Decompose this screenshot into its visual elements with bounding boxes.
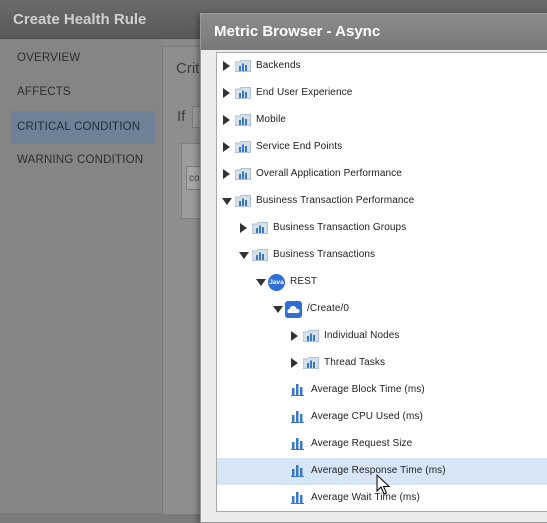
- expand-arrow-right-icon[interactable]: [291, 358, 298, 368]
- tree-node-average-request-size[interactable]: Average Request Size: [217, 431, 547, 458]
- expand-arrow-right-icon[interactable]: [223, 88, 230, 98]
- tree-node-label: Business Transactions: [273, 249, 376, 260]
- expand-arrow-right-icon[interactable]: [240, 223, 247, 233]
- metric-tree[interactable]: Backends End User Experience Mobile Service…: [216, 52, 547, 512]
- java-icon: Java: [268, 274, 285, 291]
- section-heading: Crit: [176, 60, 200, 77]
- folder-chart-icon: [252, 249, 268, 261]
- expand-arrow-right-icon[interactable]: [223, 169, 230, 179]
- tree-node-label: Individual Nodes: [324, 330, 400, 341]
- tree-node-label: Average Wait Time (ms): [311, 492, 420, 503]
- expand-arrow-down-icon[interactable]: [256, 279, 266, 286]
- tree-node-average-cpu-used-ms[interactable]: Average CPU Used (ms): [217, 404, 547, 431]
- tree-node-rest[interactable]: Java REST: [217, 269, 547, 296]
- bar-chart-icon: [291, 492, 304, 504]
- folder-chart-icon: [235, 87, 251, 99]
- expand-arrow-down-icon[interactable]: [239, 252, 249, 259]
- cloud-icon: [285, 301, 302, 318]
- tree-node-end-user-experience[interactable]: End User Experience: [217, 80, 547, 107]
- tree-node-mobile[interactable]: Mobile: [217, 107, 547, 134]
- nav-item-affects[interactable]: AFFECTS: [11, 76, 155, 109]
- tree-node-label: Service End Points: [256, 141, 343, 152]
- bar-chart-icon: [291, 411, 304, 423]
- nav-item-overview[interactable]: OVERVIEW: [11, 42, 155, 75]
- if-label: If: [177, 108, 186, 125]
- tree-node-label: /Create/0: [307, 303, 350, 314]
- dialog-title: Create Health Rule: [13, 11, 147, 28]
- bar-chart-icon: [291, 384, 304, 396]
- tree-node-business-transaction-groups[interactable]: Business Transaction Groups: [217, 215, 547, 242]
- expand-arrow-right-icon[interactable]: [223, 115, 230, 125]
- tree-node-business-transactions[interactable]: Business Transactions: [217, 242, 547, 269]
- tree-node-label: Backends: [256, 60, 301, 71]
- metric-browser-titlebar: Metric Browser - Async: [201, 14, 547, 50]
- expand-arrow-right-icon[interactable]: [291, 331, 298, 341]
- tree-node-service-end-points[interactable]: Service End Points: [217, 134, 547, 161]
- expand-arrow-down-icon[interactable]: [222, 198, 232, 205]
- folder-chart-icon: [252, 222, 268, 234]
- metric-browser-title: Metric Browser - Async: [214, 23, 381, 40]
- metric-browser-dialog: Metric Browser - Async Backends End User …: [200, 13, 547, 523]
- tree-node-label: Business Transaction Groups: [273, 222, 407, 233]
- tree-node-label: Average Request Size: [311, 438, 413, 449]
- bar-chart-icon: [291, 438, 304, 450]
- tree-node-thread-tasks[interactable]: Thread Tasks: [217, 350, 547, 377]
- tree-node-individual-nodes[interactable]: Individual Nodes: [217, 323, 547, 350]
- tree-node-label: Average Block Time (ms): [311, 384, 425, 395]
- tree-node-create-0[interactable]: /Create/0: [217, 296, 547, 323]
- tree-node-backends[interactable]: Backends: [217, 53, 547, 80]
- mouse-cursor-icon: [376, 474, 390, 495]
- tree-node-label: Business Transaction Performance: [256, 195, 415, 206]
- tree-node-label: Mobile: [256, 114, 287, 125]
- nav-item-critical-condition[interactable]: CRITICAL CONDITION: [11, 111, 155, 144]
- tree-node-label: REST: [290, 276, 318, 287]
- expand-arrow-right-icon[interactable]: [223, 142, 230, 152]
- tree-node-label: Overall Application Performance: [256, 168, 402, 179]
- nav-item-warning-condition[interactable]: WARNING CONDITION: [11, 144, 155, 177]
- tree-node-label: End User Experience: [256, 87, 353, 98]
- folder-chart-icon: [235, 60, 251, 72]
- tree-node-business-transaction-performance[interactable]: Business Transaction Performance: [217, 188, 547, 215]
- tree-node-label: Thread Tasks: [324, 357, 386, 368]
- folder-chart-icon: [235, 195, 251, 207]
- bar-chart-icon: [291, 465, 304, 477]
- folder-chart-icon: [303, 330, 319, 342]
- folder-chart-icon: [235, 141, 251, 153]
- folder-chart-icon: [235, 114, 251, 126]
- tree-node-label: Average CPU Used (ms): [311, 411, 423, 422]
- expand-arrow-right-icon[interactable]: [223, 61, 230, 71]
- folder-chart-icon: [235, 168, 251, 180]
- expand-arrow-down-icon[interactable]: [273, 306, 283, 313]
- tree-node-average-block-time-ms[interactable]: Average Block Time (ms): [217, 377, 547, 404]
- folder-chart-icon: [303, 357, 319, 369]
- tree-node-overall-application-performance[interactable]: Overall Application Performance: [217, 161, 547, 188]
